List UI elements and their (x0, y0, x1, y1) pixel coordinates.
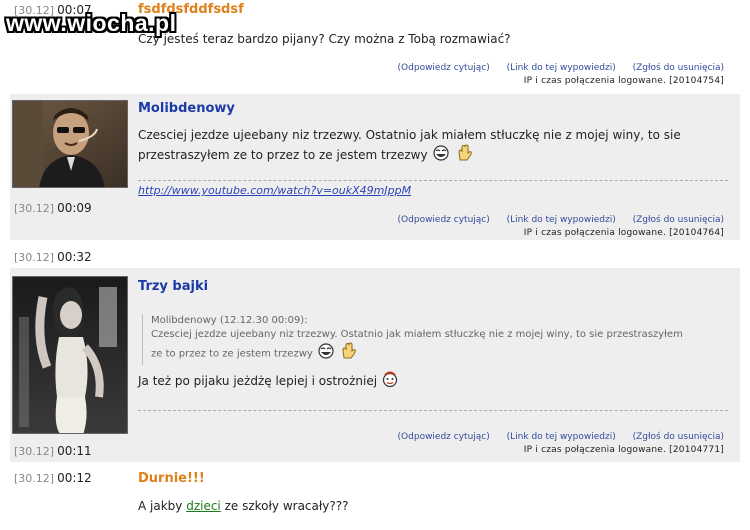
waving-hand-icon (339, 342, 357, 365)
post-author[interactable]: Trzy bajki (138, 279, 208, 294)
post-date: [30.12] (14, 202, 55, 215)
separator (138, 410, 728, 411)
post-timestamp: [30.12] 00:09 (14, 201, 92, 215)
post-text-content: Ja też po pijaku jeżdżę lepiej i ostrożn… (138, 374, 378, 388)
quote-block: Molibdenowy (12.12.30 00:09): Czesciej j… (142, 314, 732, 365)
quote-line: Czesciej jezdze ujeebany niz trzezwy. Os… (151, 329, 683, 340)
quote-header: Molibdenowy (12.12.30 00:09): (151, 315, 308, 326)
post-text: Czy jesteś teraz bardzo pijany? Czy możn… (138, 32, 511, 46)
post-4: [30.12] 00:12 Durnie!!! A jakby dzieci ze… (10, 466, 740, 530)
post-timestamp: [30.12] 00:12 (14, 471, 92, 485)
post-timestamp: [30.12] 00:32 (14, 250, 92, 264)
reply-quote-link[interactable]: (Odpowiedz cytując) (398, 432, 490, 442)
keyword-link[interactable]: dzieci (186, 499, 221, 513)
permalink-link[interactable]: (Link do tej wypowiedzi) (507, 215, 616, 225)
post-date: [30.12] (14, 472, 55, 485)
reply-quote-link[interactable]: (Odpowiedz cytując) (398, 215, 490, 225)
post-time: 00:12 (57, 471, 92, 485)
avatar[interactable] (12, 276, 128, 434)
post-text-line-2: przestraszyłem ze to przez to ze jestem … (138, 144, 728, 167)
report-link[interactable]: (Zgłoś do usunięcia) (633, 63, 724, 73)
post-time: 00:11 (57, 444, 92, 458)
post-3-header: [30.12] 00:32 (10, 246, 740, 268)
smiley-icon (316, 343, 336, 364)
youtube-link[interactable]: http://www.youtube.com/watch?v=oukX49mJp… (138, 184, 411, 197)
post-actions: (Odpowiedz cytując) (Link do tej wypowie… (384, 215, 724, 225)
post-author[interactable]: Molibdenowy (138, 101, 235, 116)
post-text-line: przestraszyłem ze to przez to ze jestem … (138, 148, 428, 162)
post-author[interactable]: Durnie!!! (138, 471, 205, 486)
smiley-icon (431, 145, 451, 166)
ip-log-text: IP i czas połączenia logowane. [20104754… (523, 76, 724, 86)
post-actions: (Odpowiedz cytując) (Link do tej wypowie… (384, 63, 724, 73)
post-2: Molibdenowy Czesciej jezdze ujeebany niz… (10, 94, 740, 240)
quote-line-2: ze to przez to ze jestem trzezwy (151, 342, 732, 365)
report-link[interactable]: (Zgłoś do usunięcia) (633, 215, 724, 225)
post-text-after: ze szkoły wracały??? (220, 499, 349, 513)
separator (138, 180, 728, 181)
reply-quote-link[interactable]: (Odpowiedz cytując) (398, 63, 490, 73)
post-text-line: Czesciej jezdze ujeebany niz trzezwy. Os… (138, 128, 681, 142)
avatar[interactable] (12, 100, 128, 188)
quote-line: ze to przez to ze jestem trzezwy (151, 348, 313, 360)
post-timestamp: [30.12] 00:11 (14, 444, 92, 458)
post-text: Ja też po pijaku jeżdżę lepiej i ostrożn… (138, 371, 399, 392)
post-date: [30.12] (14, 445, 55, 458)
permalink-link[interactable]: (Link do tej wypowiedzi) (507, 432, 616, 442)
post-text: Czesciej jezdze ujeebany niz trzezwy. Os… (138, 126, 728, 167)
drunk-face-icon (381, 371, 399, 392)
watermark: www.wiocha.pl (6, 10, 177, 36)
post-text-before: A jakby (138, 499, 187, 513)
post-text: A jakby dzieci ze szkoły wracały??? (138, 497, 349, 515)
ip-log-text: IP i czas połączenia logowane. [20104771… (523, 445, 724, 455)
post-actions: (Odpowiedz cytując) (Link do tej wypowie… (384, 432, 724, 442)
waving-hand-icon (455, 144, 473, 167)
post-time: 00:32 (57, 250, 92, 264)
permalink-link[interactable]: (Link do tej wypowiedzi) (507, 63, 616, 73)
post-date: [30.12] (14, 251, 55, 264)
post-time: 00:09 (57, 201, 92, 215)
post-3: Trzy bajki Molibdenowy (12.12.30 00:09):… (10, 268, 740, 462)
report-link[interactable]: (Zgłoś do usunięcia) (633, 432, 724, 442)
ip-log-text: IP i czas połączenia logowane. [20104764… (523, 228, 724, 238)
